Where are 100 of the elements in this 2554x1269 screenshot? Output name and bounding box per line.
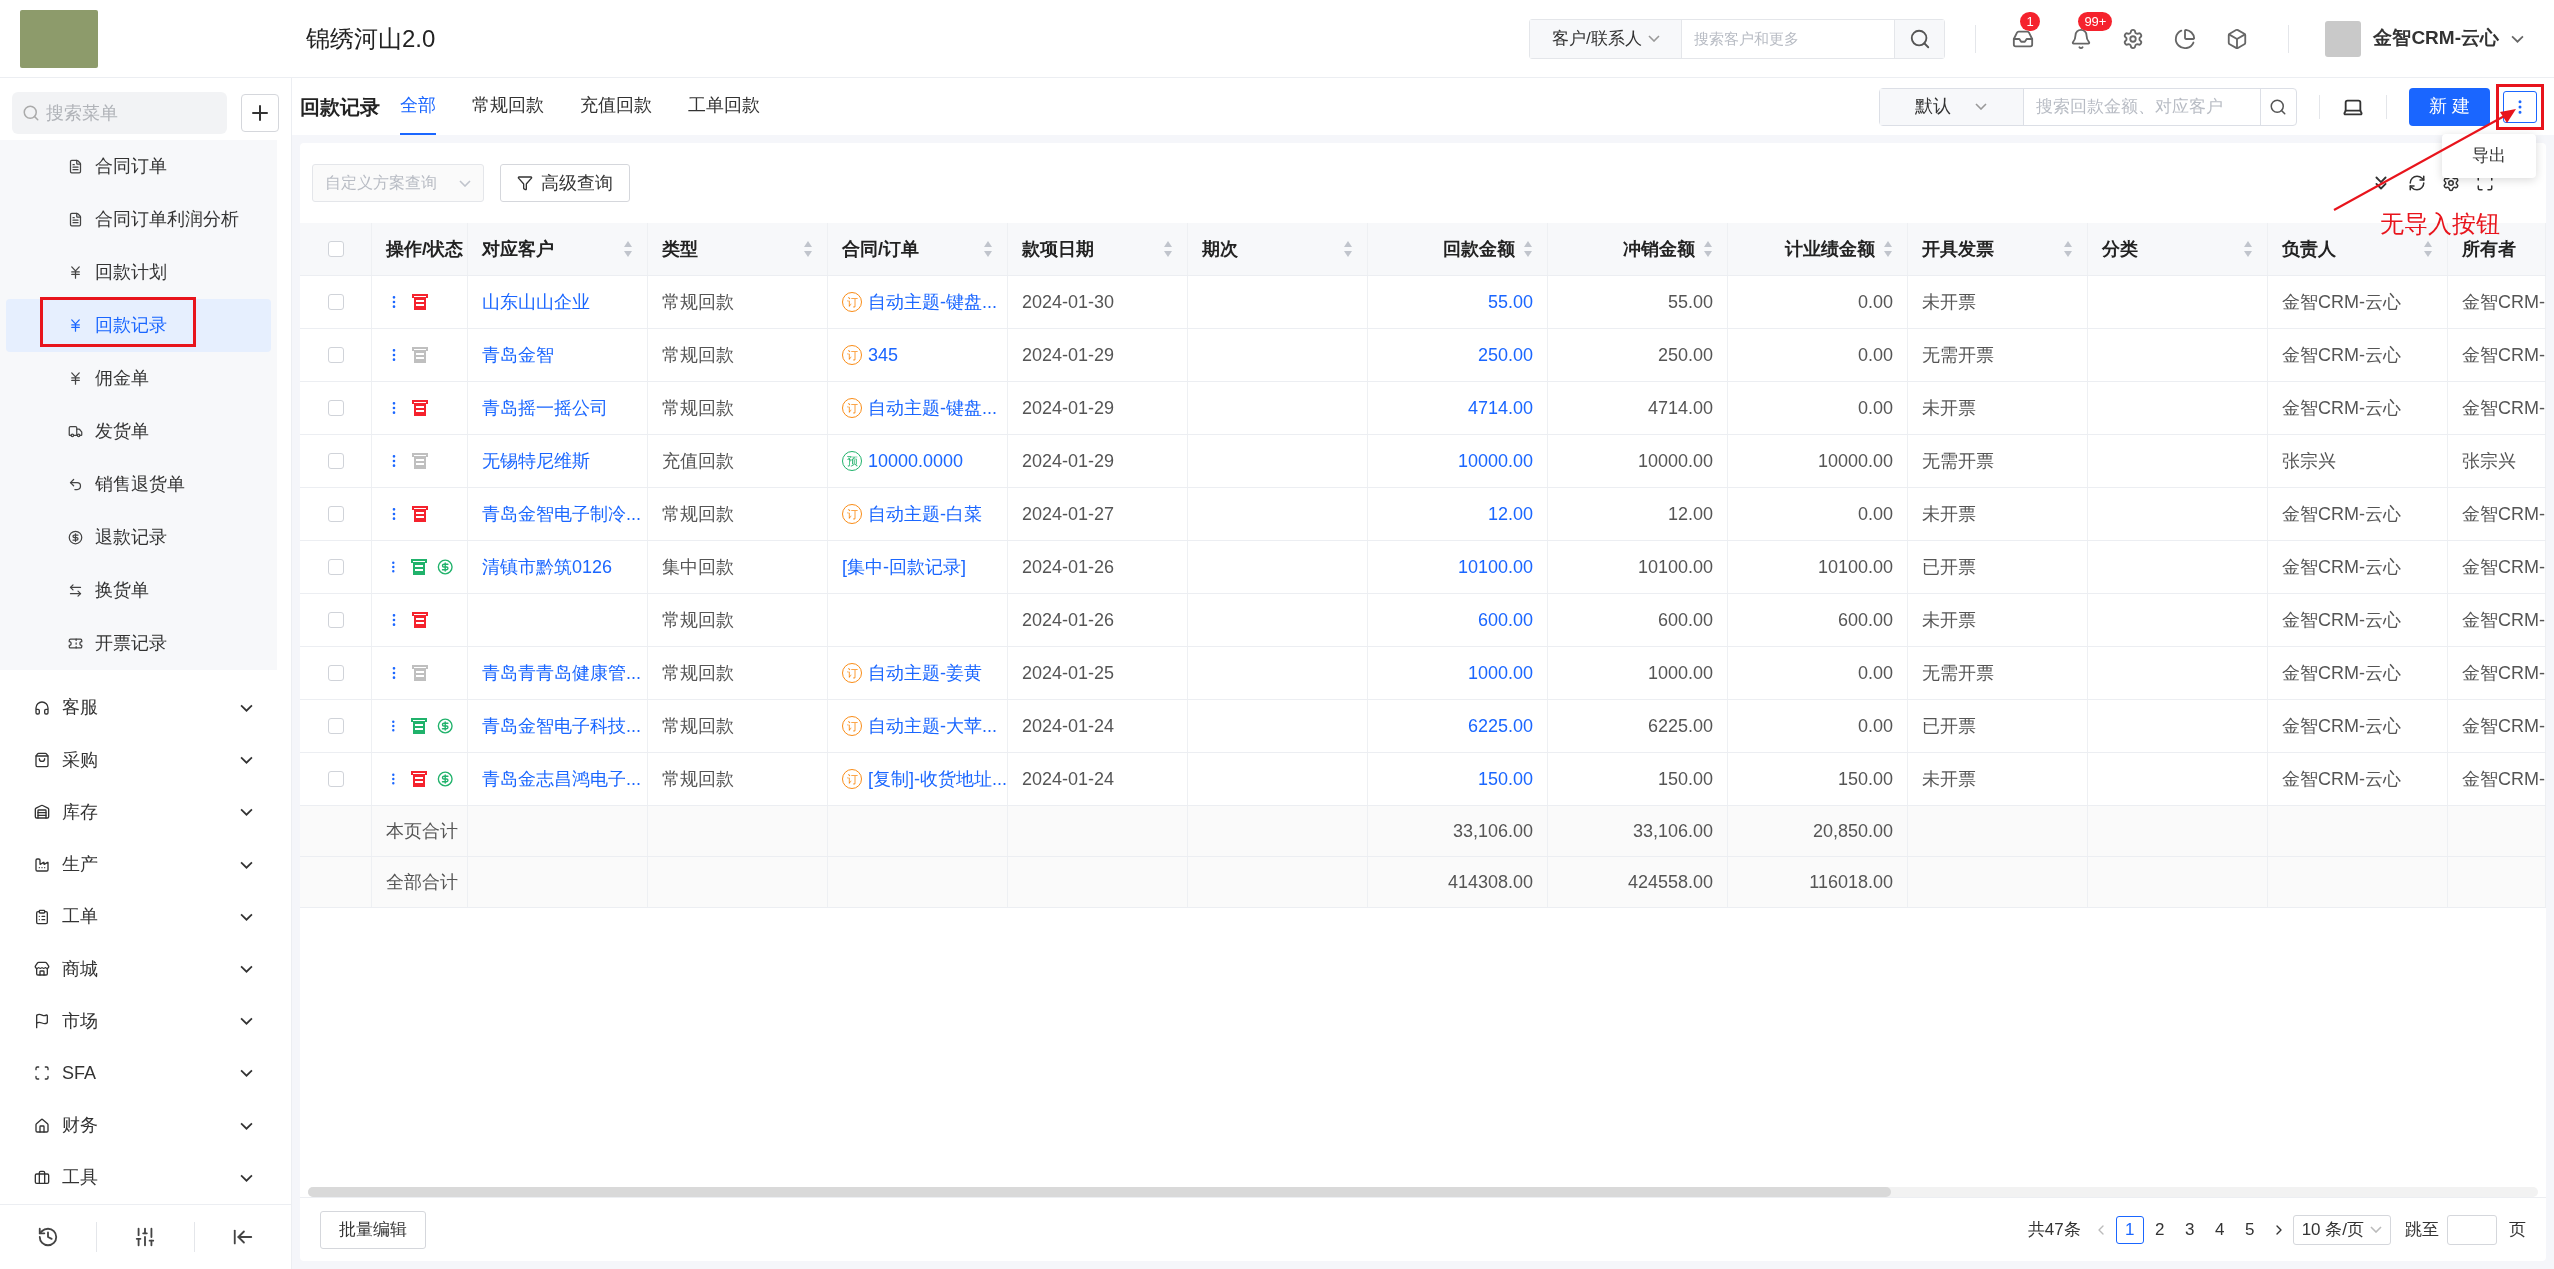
- filter-icon[interactable]: [517, 175, 533, 191]
- horizontal-scrollbar[interactable]: [308, 1187, 2538, 1197]
- contract-link[interactable]: 自动主题-姜黄: [868, 659, 982, 687]
- menu-group[interactable]: 库存: [0, 786, 277, 839]
- chevron-icon[interactable]: [240, 1069, 253, 1078]
- amount-link[interactable]: 6225.00: [1467, 712, 1533, 740]
- batch-edit-button[interactable]: 批量编辑: [320, 1210, 426, 1249]
- customer-link[interactable]: 清镇市黔筑0126: [482, 553, 613, 581]
- row-checkbox[interactable]: [327, 241, 344, 257]
- menu-item[interactable]: 合同订单利润分析: [6, 193, 271, 246]
- advanced-search-button[interactable]: 高级查询: [500, 164, 630, 202]
- chevron-icon[interactable]: [240, 965, 253, 974]
- customer-link[interactable]: 山东山山企业: [482, 288, 590, 316]
- page-number[interactable]: 4: [2205, 1215, 2234, 1244]
- chevron-icon[interactable]: [240, 756, 253, 765]
- chevron-icon[interactable]: [240, 860, 253, 869]
- menu-item[interactable]: 销售退货单: [6, 458, 271, 511]
- menu-group[interactable]: 商城: [0, 942, 277, 996]
- chevron-icon[interactable]: [240, 703, 253, 712]
- page-number[interactable]: 2: [2145, 1215, 2174, 1244]
- menu-search-input[interactable]: 搜索菜单: [46, 99, 217, 127]
- chevron-icon[interactable]: [240, 912, 253, 921]
- customer-link[interactable]: 青岛青青岛健康管...: [482, 659, 641, 687]
- tab[interactable]: 充值回款: [580, 78, 652, 135]
- menu-item[interactable]: 回款记录: [6, 299, 271, 352]
- contract-link[interactable]: 自动主题-键盘...: [868, 394, 997, 422]
- user-name[interactable]: 金智CRM-云心: [2373, 24, 2499, 53]
- amount-link[interactable]: 10100.00: [1457, 553, 1533, 581]
- menu-group[interactable]: 市场: [0, 995, 277, 1048]
- pie-chart-icon[interactable]: [2174, 27, 2197, 50]
- add-button[interactable]: [241, 94, 279, 132]
- contract-link[interactable]: [集中-回款记录]: [842, 553, 966, 581]
- row-checkbox[interactable]: [327, 559, 344, 575]
- amount-link[interactable]: 10000.00: [1457, 447, 1533, 475]
- menu-item[interactable]: 换货单: [6, 564, 271, 617]
- customer-link[interactable]: 青岛金智: [482, 341, 554, 369]
- row-checkbox[interactable]: [327, 771, 344, 787]
- amount-link[interactable]: 1000.00: [1467, 659, 1533, 687]
- row-checkbox[interactable]: [327, 347, 344, 363]
- amount-link[interactable]: 4714.00: [1467, 394, 1533, 422]
- history-icon[interactable]: [37, 1226, 60, 1249]
- record-search-field[interactable]: 默认 搜索回款金额、对应客户: [1879, 87, 2297, 126]
- tab[interactable]: 工单回款: [688, 78, 760, 135]
- chevron-icon[interactable]: [240, 1173, 253, 1182]
- view-select[interactable]: 默认: [1880, 88, 2024, 125]
- menu-item[interactable]: 退款记录: [6, 511, 271, 564]
- menu-group[interactable]: 工单: [0, 890, 277, 943]
- refresh-icon[interactable]: [2408, 174, 2426, 192]
- sliders-icon[interactable]: [134, 1226, 157, 1249]
- contract-link[interactable]: 345: [868, 341, 899, 369]
- menu-group[interactable]: 采购: [0, 734, 277, 787]
- contract-link[interactable]: [复制]-收货地址...: [868, 765, 1007, 793]
- page-number[interactable]: 5: [2235, 1215, 2264, 1244]
- tab[interactable]: 常规回款: [472, 78, 544, 135]
- amount-link[interactable]: 12.00: [1487, 500, 1533, 528]
- row-checkbox[interactable]: [327, 294, 344, 310]
- search-icon[interactable]: [2269, 97, 2288, 116]
- page-number[interactable]: 3: [2175, 1215, 2204, 1244]
- amount-link[interactable]: 150.00: [1477, 765, 1533, 793]
- row-checkbox[interactable]: [327, 612, 344, 628]
- tab[interactable]: 全部: [400, 78, 436, 135]
- customer-link[interactable]: 青岛金智电子科技...: [482, 712, 641, 740]
- new-button[interactable]: 新 建: [2409, 87, 2490, 126]
- menu-group[interactable]: 生产: [0, 838, 277, 891]
- bell-icon[interactable]: [2070, 27, 2093, 50]
- menu-search-field[interactable]: 搜索菜单: [12, 92, 227, 134]
- chevron-icon[interactable]: [240, 1017, 253, 1026]
- row-checkbox[interactable]: [327, 506, 344, 522]
- menu-group[interactable]: 财务: [0, 1099, 277, 1152]
- menu-item[interactable]: 合同订单: [6, 140, 271, 193]
- contract-link[interactable]: 自动主题-键盘...: [868, 288, 997, 316]
- cube-icon[interactable]: [2226, 27, 2249, 50]
- chevron-icon[interactable]: [240, 808, 253, 817]
- amount-link[interactable]: 600.00: [1477, 606, 1533, 634]
- contract-link[interactable]: 10000.0000: [868, 447, 964, 475]
- row-checkbox[interactable]: [327, 718, 344, 734]
- global-search-input[interactable]: 搜索客户和更多: [1682, 19, 1895, 58]
- row-checkbox[interactable]: [327, 453, 344, 469]
- amount-link[interactable]: 55.00: [1487, 288, 1533, 316]
- search-button[interactable]: [1894, 19, 1945, 58]
- search-icon[interactable]: [1908, 27, 1931, 50]
- menu-group[interactable]: 客服: [0, 681, 277, 735]
- global-search-field[interactable]: 客户/联系人 搜索客户和更多: [1529, 18, 1946, 59]
- menu-group[interactable]: SFA: [0, 1047, 277, 1100]
- page-number[interactable]: 1: [2115, 1215, 2144, 1244]
- menu-item[interactable]: 佣金单: [6, 352, 271, 405]
- scope-select[interactable]: 客户/联系人: [1530, 19, 1683, 58]
- chevron-icon[interactable]: [2511, 34, 2524, 43]
- customer-link[interactable]: 无锡特尼维斯: [482, 447, 590, 475]
- customer-link[interactable]: 青岛金志昌鸿电子...: [482, 765, 641, 793]
- customer-link[interactable]: 青岛摇一摇公司: [482, 394, 608, 422]
- contract-link[interactable]: 自动主题-白菜: [868, 500, 982, 528]
- record-search-input[interactable]: 搜索回款金额、对应客户: [2024, 88, 2260, 125]
- page-size-select[interactable]: 10 条/页: [2292, 1214, 2391, 1245]
- amount-link[interactable]: 250.00: [1477, 341, 1533, 369]
- contract-link[interactable]: 自动主题-大苹...: [868, 712, 997, 740]
- menu-item[interactable]: 开票记录: [6, 617, 271, 670]
- row-checkbox[interactable]: [327, 400, 344, 416]
- jump-page-input[interactable]: [2447, 1214, 2497, 1245]
- chevron-icon[interactable]: [240, 1121, 253, 1130]
